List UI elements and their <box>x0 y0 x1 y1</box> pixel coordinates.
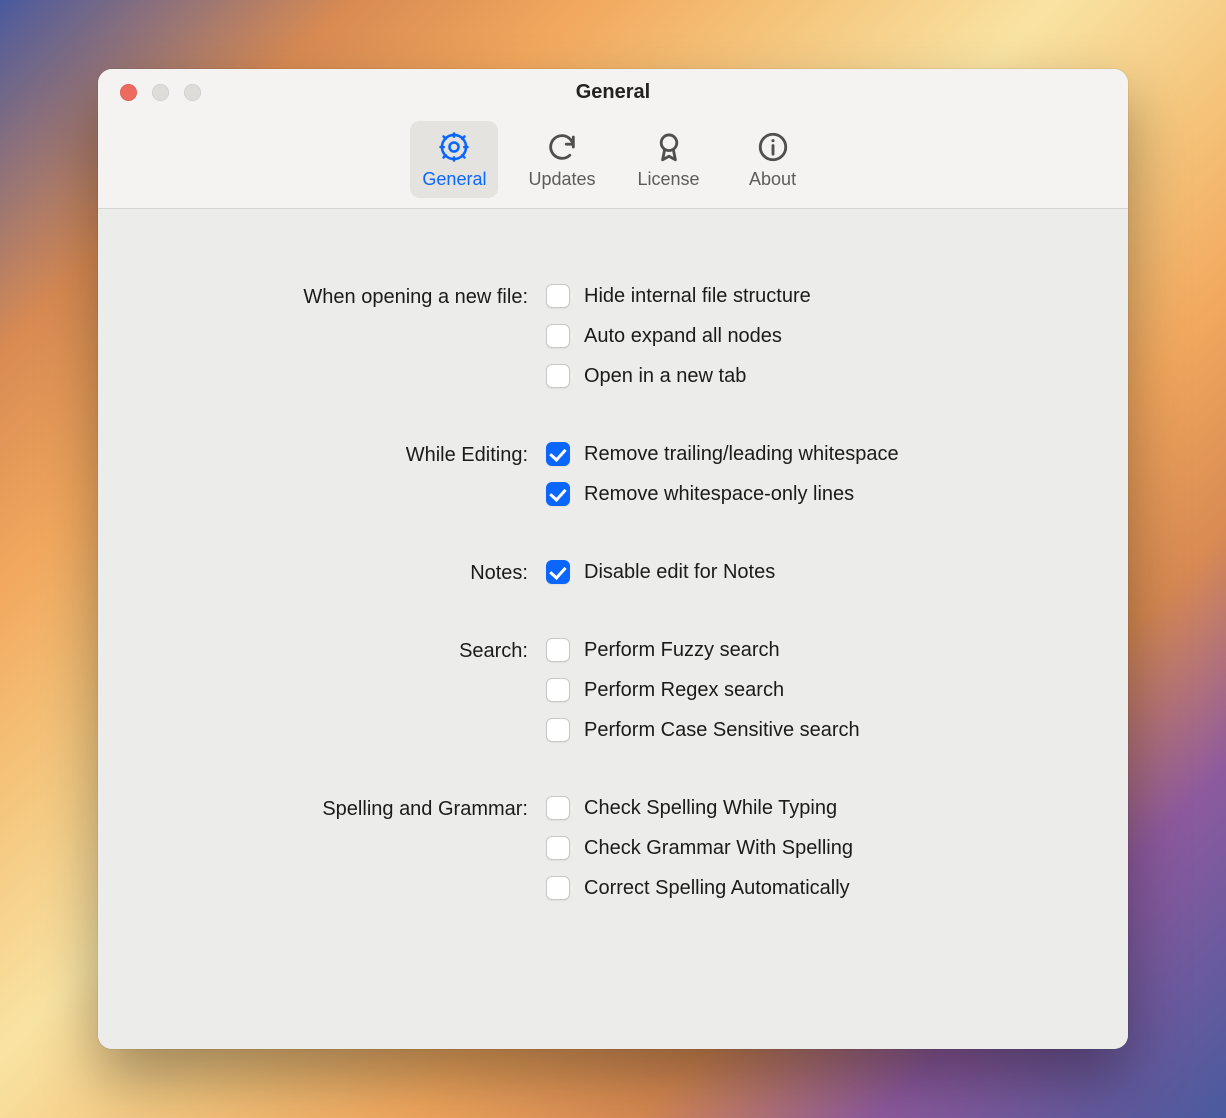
checkbox-correct-spelling-automatically[interactable] <box>546 876 570 900</box>
option-row: Perform Case Sensitive search <box>546 718 1088 742</box>
checkbox-remove-whitespace-only-lines[interactable] <box>546 482 570 506</box>
checkbox-label: Correct Spelling Automatically <box>584 877 850 900</box>
badge-icon <box>651 129 687 165</box>
preferences-window: General General Updates <box>98 69 1128 1049</box>
checkbox-hide-internal-file-structure[interactable] <box>546 284 570 308</box>
section-label-notes: Notes: <box>138 560 528 638</box>
section-opening: Hide internal file structure Auto expand… <box>546 284 1088 388</box>
option-row: Correct Spelling Automatically <box>546 876 1088 900</box>
option-row: Check Spelling While Typing <box>546 796 1088 820</box>
titlebar: General <box>98 69 1128 115</box>
option-row: Remove whitespace-only lines <box>546 482 1088 506</box>
checkbox-label: Perform Fuzzy search <box>584 639 780 662</box>
preferences-content: When opening a new file: Hide internal f… <box>98 209 1128 1049</box>
section-editing: Remove trailing/leading whitespace Remov… <box>546 442 1088 506</box>
checkbox-check-grammar-with-spelling[interactable] <box>546 836 570 860</box>
window-title: General <box>98 81 1128 104</box>
option-row: Remove trailing/leading whitespace <box>546 442 1088 466</box>
section-search: Perform Fuzzy search Perform Regex searc… <box>546 638 1088 742</box>
option-row: Perform Fuzzy search <box>546 638 1088 662</box>
tab-license[interactable]: License <box>626 121 712 198</box>
option-row: Check Grammar With Spelling <box>546 836 1088 860</box>
preferences-form: When opening a new file: Hide internal f… <box>138 284 1088 900</box>
traffic-lights <box>98 84 201 101</box>
tab-label: Updates <box>528 169 595 190</box>
tab-label: General <box>422 169 486 190</box>
info-icon <box>755 129 791 165</box>
checkbox-label: Check Spelling While Typing <box>584 797 837 820</box>
checkbox-perform-fuzzy-search[interactable] <box>546 638 570 662</box>
section-label-opening: When opening a new file: <box>138 284 528 442</box>
checkbox-disable-edit-for-notes[interactable] <box>546 560 570 584</box>
checkbox-label: Disable edit for Notes <box>584 561 775 584</box>
option-row: Open in a new tab <box>546 364 1088 388</box>
minimize-button[interactable] <box>152 84 169 101</box>
checkbox-open-in-new-tab[interactable] <box>546 364 570 388</box>
refresh-icon <box>544 129 580 165</box>
section-spelling: Check Spelling While Typing Check Gramma… <box>546 796 1088 900</box>
checkbox-label: Hide internal file structure <box>584 285 811 308</box>
maximize-button[interactable] <box>184 84 201 101</box>
checkbox-label: Remove trailing/leading whitespace <box>584 443 899 466</box>
checkbox-label: Auto expand all nodes <box>584 325 782 348</box>
tab-about[interactable]: About <box>730 121 816 198</box>
tab-updates[interactable]: Updates <box>516 121 607 198</box>
checkbox-auto-expand-all-nodes[interactable] <box>546 324 570 348</box>
option-row: Disable edit for Notes <box>546 560 1088 584</box>
option-row: Perform Regex search <box>546 678 1088 702</box>
tab-general[interactable]: General <box>410 121 498 198</box>
section-notes: Disable edit for Notes <box>546 560 1088 584</box>
checkbox-label: Open in a new tab <box>584 365 746 388</box>
checkbox-label: Perform Regex search <box>584 679 784 702</box>
option-row: Hide internal file structure <box>546 284 1088 308</box>
checkbox-remove-trailing-leading-whitespace[interactable] <box>546 442 570 466</box>
tab-label: About <box>749 169 796 190</box>
gear-icon <box>436 129 472 165</box>
checkbox-label: Remove whitespace-only lines <box>584 483 854 506</box>
checkbox-perform-regex-search[interactable] <box>546 678 570 702</box>
section-label-editing: While Editing: <box>138 442 528 560</box>
checkbox-perform-case-sensitive-search[interactable] <box>546 718 570 742</box>
checkbox-label: Check Grammar With Spelling <box>584 837 853 860</box>
checkbox-label: Perform Case Sensitive search <box>584 719 860 742</box>
option-row: Auto expand all nodes <box>546 324 1088 348</box>
section-label-search: Search: <box>138 638 528 796</box>
checkbox-check-spelling-while-typing[interactable] <box>546 796 570 820</box>
close-button[interactable] <box>120 84 137 101</box>
tab-label: License <box>638 169 700 190</box>
section-label-spelling: Spelling and Grammar: <box>138 796 528 900</box>
tab-bar: General Updates License <box>98 115 1128 209</box>
